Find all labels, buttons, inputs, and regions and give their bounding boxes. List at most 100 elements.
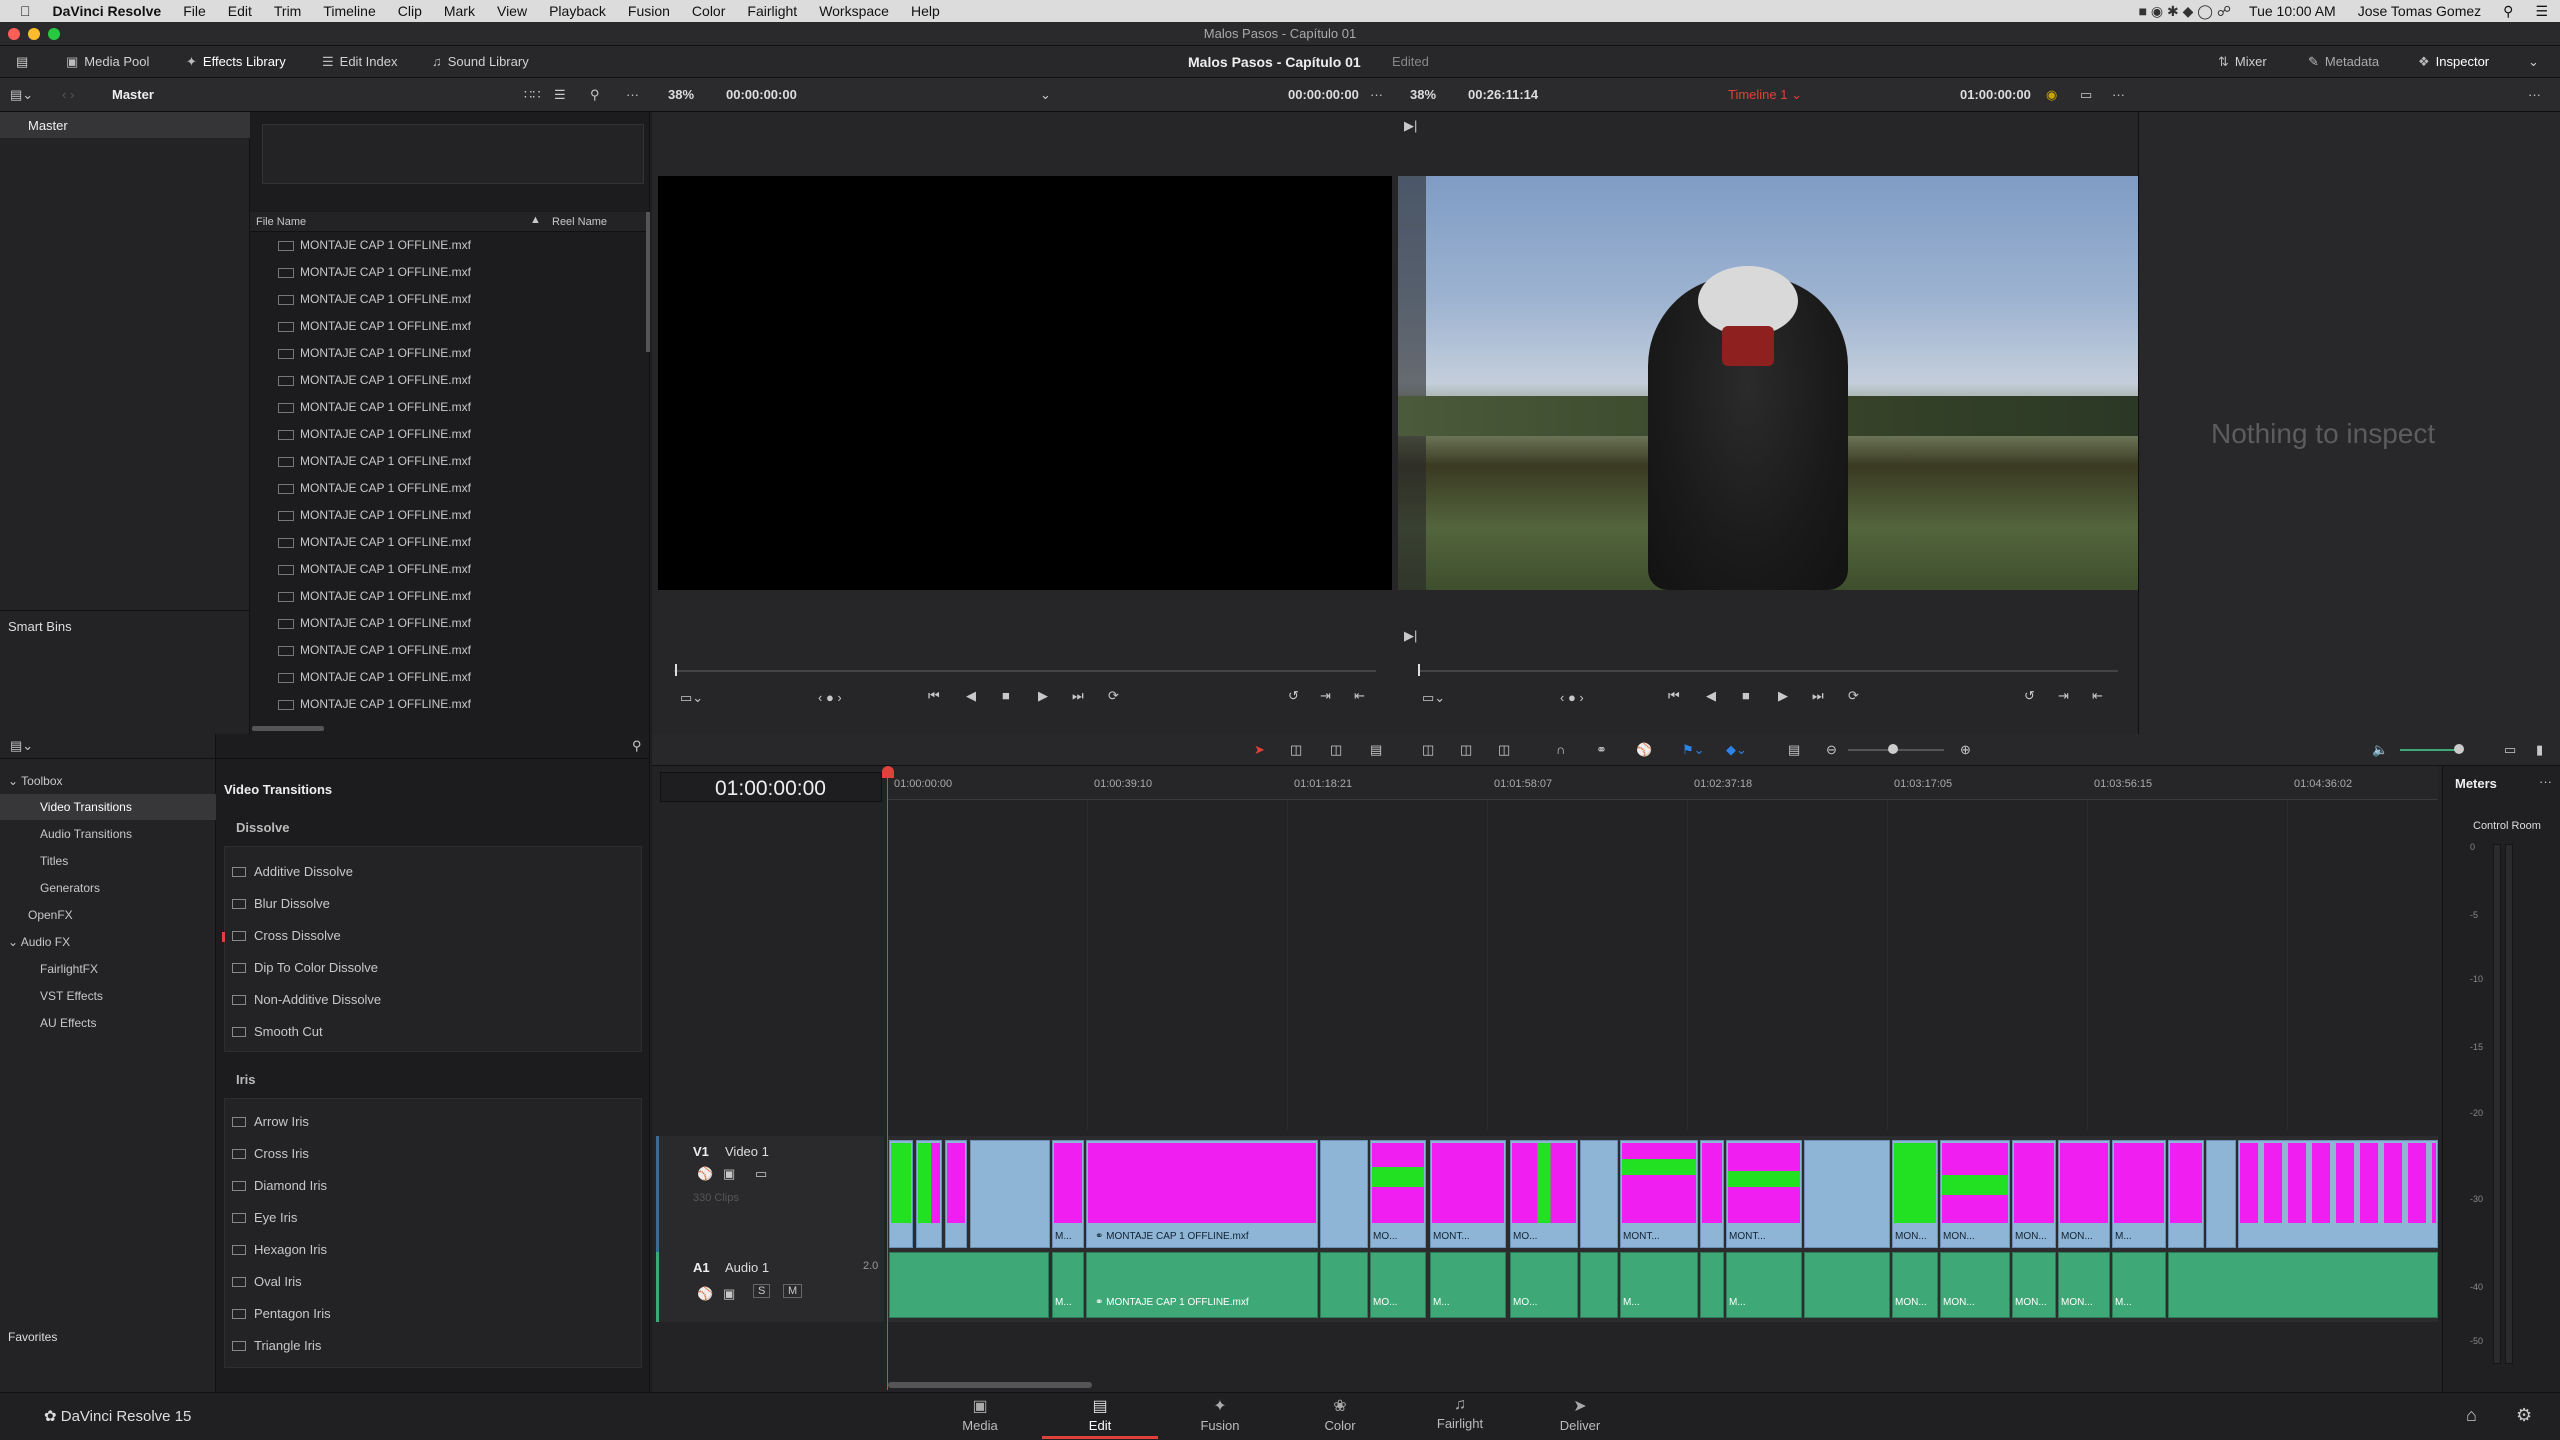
- page-edit[interactable]: ▤ Edit: [1040, 1396, 1160, 1433]
- source-dropdown-icon[interactable]: ⌄: [1040, 87, 1051, 103]
- file-list-scrollbar[interactable]: [646, 212, 650, 352]
- menu-clock[interactable]: Tue 10:00 AM: [2249, 3, 2336, 19]
- menu-color[interactable]: Color: [692, 3, 725, 19]
- tl-mark-out-icon[interactable]: ⇤: [2092, 688, 2103, 704]
- toolbox-au-effects[interactable]: AU Effects: [40, 1016, 96, 1030]
- nav-arrows-icon[interactable]: ‹ ›: [62, 87, 74, 102]
- video-clip[interactable]: MONT...: [1620, 1140, 1698, 1248]
- playhead-line[interactable]: [887, 776, 888, 1390]
- volume-slider-handle[interactable]: [2454, 744, 2464, 754]
- file-row[interactable]: MONTAJE CAP 1 OFFLINE.mxf: [250, 367, 646, 394]
- timeline-empty-area[interactable]: [888, 800, 2438, 1130]
- favorites-label[interactable]: Favorites: [8, 1330, 57, 1344]
- video-clip[interactable]: MON...: [2012, 1140, 2056, 1248]
- file-row[interactable]: MONTAJE CAP 1 OFFLINE.mxf: [250, 610, 646, 637]
- menu-trim[interactable]: Trim: [274, 3, 301, 19]
- timeline-video-frame[interactable]: [1398, 176, 2138, 590]
- tl-skip-to-end-icon[interactable]: ⏭: [1812, 688, 1824, 704]
- dynamic-trim-icon[interactable]: ◫: [1330, 742, 1342, 758]
- viewer-more-icon[interactable]: ···: [2112, 87, 2125, 102]
- zoom-slider-handle[interactable]: [1888, 744, 1898, 754]
- toolbox-generators[interactable]: Generators: [40, 881, 100, 895]
- mark-out-icon[interactable]: ⇤: [1354, 688, 1365, 704]
- v1-auto-select-icon[interactable]: ▣: [723, 1166, 735, 1182]
- meter-toggle-icon[interactable]: ▮: [2536, 742, 2543, 758]
- loop-icon[interactable]: ⟳: [1108, 688, 1119, 704]
- file-row[interactable]: MONTAJE CAP 1 OFFLINE.mxf: [250, 448, 646, 475]
- audio-clip[interactable]: M...: [1620, 1252, 1698, 1318]
- menu-fairlight[interactable]: Fairlight: [747, 3, 797, 19]
- video-clip[interactable]: [2168, 1140, 2204, 1248]
- tl-play-icon[interactable]: ▶: [1778, 688, 1788, 704]
- audio-clip[interactable]: M...: [1726, 1252, 1802, 1318]
- video-clip[interactable]: [1320, 1140, 1368, 1248]
- video-clip[interactable]: [1804, 1140, 1890, 1248]
- audio-clip[interactable]: MON...: [2012, 1252, 2056, 1318]
- file-row[interactable]: MONTAJE CAP 1 OFFLINE.mxf: [250, 529, 646, 556]
- timecode-box[interactable]: 01:00:00:00: [660, 772, 882, 802]
- file-list-hscrollbar[interactable]: [252, 726, 324, 731]
- edit-point-bottom-icon[interactable]: ▶|: [1404, 628, 1417, 644]
- match-frame-icon[interactable]: ↺: [1288, 688, 1299, 704]
- settings-gear-icon[interactable]: ⚙: [2516, 1405, 2532, 1426]
- video-clip[interactable]: MON...: [1892, 1140, 1938, 1248]
- blade-tool-icon[interactable]: ▤: [1370, 742, 1382, 758]
- menu-view[interactable]: View: [497, 3, 527, 19]
- fx-triangle-iris[interactable]: Triangle Iris: [224, 1330, 642, 1362]
- toolbox-video-transitions[interactable]: Video Transitions: [0, 794, 216, 820]
- video-clip[interactable]: M...: [1052, 1140, 1084, 1248]
- tl-stop-icon[interactable]: ■: [1742, 688, 1750, 703]
- volume-slider[interactable]: [2400, 749, 2462, 751]
- skip-to-start-icon[interactable]: ⏮: [928, 688, 940, 704]
- minimize-window-button[interactable]: [28, 28, 40, 40]
- tl-match-frame-icon[interactable]: ↺: [2024, 688, 2035, 704]
- source-viewer-options-icon[interactable]: ▭⌄: [680, 690, 703, 706]
- thumbnail-view-icon[interactable]: ∷∷: [524, 87, 541, 103]
- apple-icon[interactable]: : [20, 3, 31, 19]
- video-clip[interactable]: MO...: [1370, 1140, 1426, 1248]
- tl-mark-in-icon[interactable]: ⇥: [2058, 688, 2069, 704]
- timeline-viewer-options-icon[interactable]: ▭⌄: [1422, 690, 1445, 706]
- stop-icon[interactable]: ■: [1002, 688, 1010, 703]
- tl-play-reverse-icon[interactable]: ◀: [1706, 688, 1716, 704]
- audio-clip[interactable]: M...: [2112, 1252, 2166, 1318]
- notification-icon[interactable]: ☰: [2535, 3, 2548, 20]
- fx-diamond-iris[interactable]: Diamond Iris: [224, 1170, 642, 1202]
- audio-clip[interactable]: M...: [1052, 1252, 1084, 1318]
- trim-tool-icon[interactable]: ◫: [1290, 742, 1302, 758]
- file-row[interactable]: MONTAJE CAP 1 OFFLINE.mxf: [250, 421, 646, 448]
- bin-master[interactable]: Master: [0, 112, 250, 138]
- video-clip[interactable]: [916, 1140, 942, 1248]
- marker-icon[interactable]: ◆⌄: [1726, 742, 1747, 758]
- zoom-in-icon[interactable]: ⊕: [1960, 742, 1971, 758]
- fx-non-additive-dissolve[interactable]: Non-Additive Dissolve: [224, 984, 642, 1016]
- audio-clip[interactable]: [889, 1252, 1049, 1318]
- source-more-icon[interactable]: ···: [1370, 87, 1383, 102]
- audio-clip-main[interactable]: ⚭ MONTAJE CAP 1 OFFLINE.mxf: [1086, 1252, 1318, 1318]
- timeline-scrub-bar[interactable]: [1418, 670, 2118, 672]
- video-clip[interactable]: [2238, 1140, 2438, 1248]
- timeline-hscrollbar[interactable]: [888, 1382, 1092, 1388]
- edit-point-top-icon[interactable]: ▶|: [1404, 118, 1417, 134]
- menu-user[interactable]: Jose Tomas Gomez: [2358, 3, 2481, 19]
- source-zoom[interactable]: 38%: [668, 87, 694, 102]
- fx-smooth-cut[interactable]: Smooth Cut: [224, 1016, 642, 1048]
- fx-dip-to-color-dissolve[interactable]: Dip To Color Dissolve: [224, 952, 642, 984]
- toolbox-audio-fx[interactable]: ⌄ Audio FX: [8, 935, 70, 949]
- page-media[interactable]: ▣ Media: [920, 1396, 1040, 1433]
- file-row[interactable]: MONTAJE CAP 1 OFFLINE.mxf: [250, 313, 646, 340]
- status-icons[interactable]: ■ ◉ ✱ ◆ ◯ ☍: [2139, 3, 2231, 20]
- fx-additive-dissolve[interactable]: Additive Dissolve: [224, 856, 642, 888]
- video-clip[interactable]: [2206, 1140, 2236, 1248]
- tl-skip-to-start-icon[interactable]: ⏮: [1668, 688, 1680, 704]
- metadata-button[interactable]: ✎ Metadata: [2308, 54, 2379, 70]
- audio-clip[interactable]: [1580, 1252, 1618, 1318]
- position-lock-icon[interactable]: ⚾: [1636, 742, 1652, 758]
- home-icon[interactable]: ⌂: [2466, 1405, 2477, 1426]
- a1-track-header[interactable]: A1 Audio 1 2.0 ⚾ ▣ S M: [656, 1252, 884, 1322]
- v1-lock-icon[interactable]: ⚾: [697, 1166, 713, 1182]
- timeline-viewer-playhead[interactable]: [1418, 664, 1420, 676]
- meters-more-icon[interactable]: ···: [2539, 774, 2552, 789]
- menu-workspace[interactable]: Workspace: [819, 3, 889, 19]
- fx-cross-dissolve[interactable]: Cross Dissolve: [222, 920, 642, 952]
